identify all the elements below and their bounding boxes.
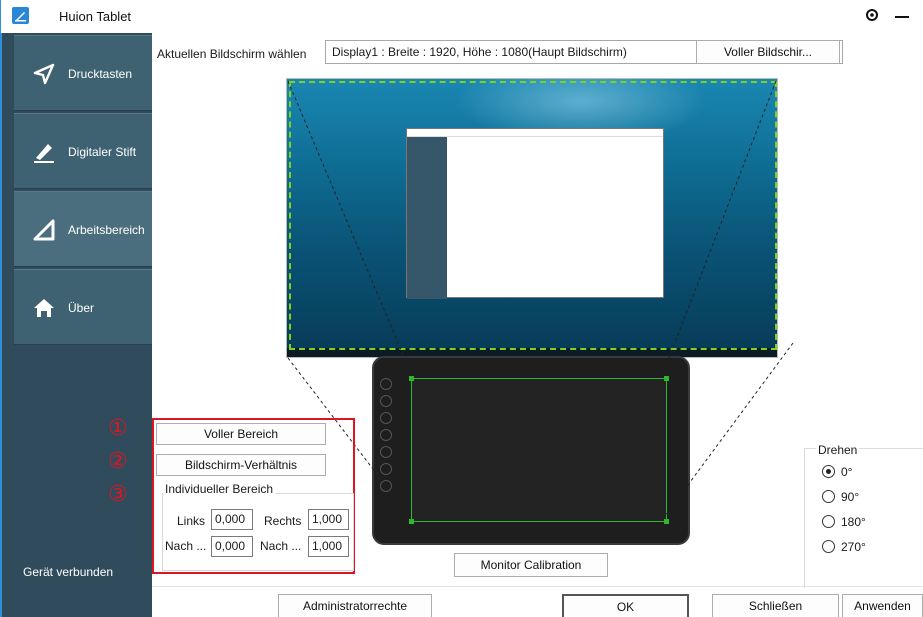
title-bar: Huion Tablet bbox=[0, 0, 923, 33]
rotate-option-label: 0° bbox=[841, 465, 853, 479]
rotate-option-label: 90° bbox=[841, 490, 860, 504]
sidebar-item-label: Drucktasten bbox=[68, 67, 133, 81]
close-button[interactable]: Schließen bbox=[712, 594, 839, 617]
radio-button[interactable] bbox=[822, 515, 835, 528]
window-title: Huion Tablet bbox=[59, 9, 132, 24]
sidebar-item-label: Arbeitsbereich bbox=[68, 223, 145, 237]
rotate-option-label: 180° bbox=[841, 515, 866, 529]
monitor-calibration-button[interactable]: Monitor Calibration bbox=[454, 553, 608, 577]
resize-handle[interactable] bbox=[409, 519, 414, 524]
app-logo-icon bbox=[12, 7, 29, 24]
annotation-number-2: ② bbox=[108, 449, 128, 474]
radio-button[interactable] bbox=[822, 540, 835, 553]
radio-button[interactable] bbox=[822, 465, 835, 478]
send-arrow-icon bbox=[32, 62, 56, 86]
right-label: Rechts bbox=[264, 514, 302, 528]
left-value-input[interactable]: 0,000 bbox=[211, 509, 253, 530]
fullscreen-button[interactable]: Voller Bildschir... bbox=[696, 40, 840, 64]
sidebar-item-drucktasten[interactable]: Drucktasten bbox=[14, 35, 154, 111]
apply-button[interactable]: Anwenden bbox=[842, 594, 923, 617]
sidebar-item-label: Über bbox=[68, 301, 95, 315]
rotate-option-label: 270° bbox=[841, 540, 866, 554]
sidebar-item-digitaler-stift[interactable]: Digitaler Stift bbox=[14, 113, 154, 189]
screen-ratio-button[interactable]: Bildschirm-Verhältnis bbox=[156, 454, 326, 476]
admin-rights-button[interactable]: Administratorrechte bbox=[278, 594, 432, 617]
sidebar-item-ueber[interactable]: Über bbox=[14, 269, 154, 345]
sidebar: Drucktasten Digitaler Stift Arbeitsberei… bbox=[0, 33, 154, 617]
custom-area-legend: Individueller Bereich bbox=[163, 482, 276, 496]
tablet-active-area[interactable] bbox=[409, 376, 669, 524]
right-value-input[interactable]: 1,000 bbox=[308, 509, 349, 530]
tablet-preview bbox=[372, 356, 690, 545]
screen-select-label: Aktuellen Bildschirm wählen bbox=[157, 47, 307, 61]
triangle-ruler-icon bbox=[32, 218, 56, 242]
left-label: Links bbox=[177, 514, 206, 528]
mapped-area-outline[interactable] bbox=[289, 81, 777, 350]
main-content: Aktuellen Bildschirm wählen Display1 : B… bbox=[108, 33, 923, 617]
resize-handle[interactable] bbox=[409, 376, 414, 381]
minimize-icon[interactable] bbox=[895, 16, 909, 18]
tablet-express-keys bbox=[380, 378, 394, 518]
bottom-label: Nach ... bbox=[260, 539, 302, 553]
ok-button[interactable]: OK bbox=[562, 594, 689, 617]
footer-divider bbox=[152, 586, 923, 587]
full-area-button[interactable]: Voller Bereich bbox=[156, 423, 326, 445]
top-value-input[interactable]: 0,000 bbox=[211, 536, 253, 557]
top-label: Nach ... bbox=[165, 539, 207, 553]
resize-handle[interactable] bbox=[664, 376, 669, 381]
device-status: Gerät verbunden bbox=[23, 565, 114, 579]
radio-button[interactable] bbox=[822, 490, 835, 503]
annotation-number-1: ① bbox=[108, 416, 128, 441]
screen-select-value: Display1 : Breite : 1920, Höhe : 1080(Ha… bbox=[332, 45, 627, 59]
home-icon bbox=[32, 296, 56, 320]
annotation-number-3: ③ bbox=[108, 482, 128, 507]
resize-handle[interactable] bbox=[664, 519, 669, 524]
gear-icon[interactable] bbox=[864, 7, 880, 23]
sidebar-item-label: Digitaler Stift bbox=[68, 145, 137, 159]
bottom-value-input[interactable]: 1,000 bbox=[308, 536, 349, 557]
rotate-legend: Drehen bbox=[816, 443, 860, 457]
sidebar-item-arbeitsbereich[interactable]: Arbeitsbereich bbox=[14, 191, 154, 267]
pen-icon bbox=[32, 140, 56, 164]
monitor-preview bbox=[286, 78, 778, 358]
